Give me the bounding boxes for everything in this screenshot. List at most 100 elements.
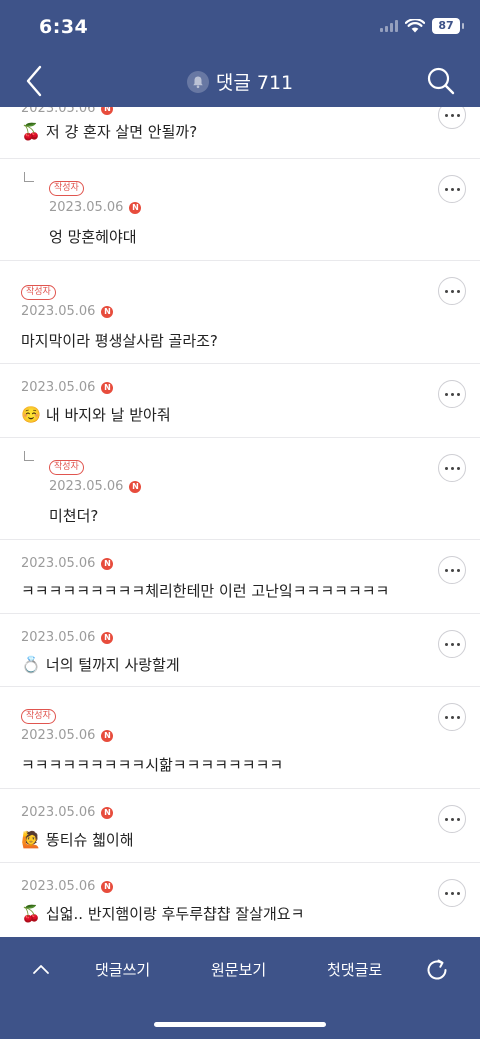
comment-item: 2023.05.06 N 🍒 저 걍 혼자 살면 안될까? <box>0 107 480 159</box>
smiling-face-emoji-icon: ☺️ <box>21 404 41 424</box>
new-badge: N <box>101 381 114 394</box>
comment-text: 마지막이라 평생살사람 골라조? <box>21 330 218 351</box>
scroll-up-button[interactable] <box>32 961 50 975</box>
author-badge: 작성자 <box>49 460 84 475</box>
bottom-toolbar: 댓글쓰기 원문보기 첫댓글로 <box>0 937 480 1039</box>
new-badge: N <box>101 305 114 318</box>
comment-item: 작성자 2023.05.06 N 마지막이라 평생살사람 골라조? <box>0 261 480 364</box>
more-options-button[interactable] <box>438 879 466 907</box>
comment-date: 2023.05.06 <box>21 304 96 319</box>
app-header: 6:34 87 댓글 711 <box>0 0 480 107</box>
comment-meta: 2023.05.06 N <box>21 304 114 319</box>
view-original-button[interactable]: 원문보기 <box>211 959 266 980</box>
first-comment-button[interactable]: 첫댓글로 <box>327 959 382 980</box>
more-options-button[interactable] <box>438 703 466 731</box>
reply-indent-icon <box>24 451 34 461</box>
comment-item: 2023.05.06 N ㅋㅋㅋㅋㅋㅋㅋㅋㅋ체리한테만 이런 고난잌ㅋㅋㅋㅋㅋㅋ… <box>0 540 480 614</box>
author-badge: 작성자 <box>21 285 56 300</box>
comment-item: 2023.05.06 N 🍒 십얿.. 반지햄이랑 후두루챱챱 잘살개요ㅋ <box>0 863 480 937</box>
reply-item: 작성자 2023.05.06 N 엉 망혼헤야대 <box>0 159 480 261</box>
cherry-emoji-icon: 🍒 <box>21 121 41 141</box>
more-options-button[interactable] <box>438 454 466 482</box>
author-badge: 작성자 <box>21 709 56 724</box>
comment-body: 똥티슈 쳷이해 <box>45 831 134 849</box>
comment-text: 🙋 똥티슈 쳷이해 <box>21 829 134 850</box>
cherry-emoji-icon: 🍒 <box>21 903 41 923</box>
new-badge: N <box>101 729 114 742</box>
comment-text: 💍 너의 털까지 사랑할게 <box>21 654 180 675</box>
more-options-button[interactable] <box>438 630 466 658</box>
comment-meta: 2023.05.06 N <box>21 107 114 116</box>
comment-body: 십얿.. 반지햄이랑 후두루챱챱 잘살개요ㅋ <box>45 905 305 923</box>
more-options-button[interactable] <box>438 277 466 305</box>
comment-item: 2023.05.06 N 💍 너의 털까지 사랑할게 <box>0 614 480 687</box>
chevron-up-icon <box>33 965 49 974</box>
comment-date: 2023.05.06 <box>21 879 96 894</box>
comment-text: 🍒 저 걍 혼자 살면 안될까? <box>21 121 197 142</box>
more-options-button[interactable] <box>438 107 466 129</box>
author-badge: 작성자 <box>49 181 84 196</box>
refresh-icon <box>427 959 447 980</box>
comment-date: 2023.05.06 <box>21 107 96 116</box>
search-button[interactable] <box>426 66 456 96</box>
comment-body: ㅋㅋㅋㅋㅋㅋㅋㅋㅋ시핢ㅋㅋㅋㅋㅋㅋㅋㅋ <box>21 756 284 774</box>
write-comment-button[interactable]: 댓글쓰기 <box>95 959 150 980</box>
comment-date: 2023.05.06 <box>21 556 96 571</box>
comment-body: 내 바지와 날 받아줘 <box>45 406 171 424</box>
comment-list[interactable]: 2023.05.06 N 🍒 저 걍 혼자 살면 안될까? 작성자 2023.0… <box>0 107 480 937</box>
comment-meta: 2023.05.06 N <box>21 728 114 743</box>
comment-meta: 2023.05.06 N <box>49 200 142 215</box>
screen: 6:34 87 댓글 711 2023.05.06 N 🍒 저 걍 혼자 살면 … <box>0 0 480 1039</box>
comment-meta: 2023.05.06 N <box>21 879 114 894</box>
new-badge: N <box>101 557 114 570</box>
cellular-signal-icon <box>380 20 398 32</box>
comment-meta: 2023.05.06 N <box>21 805 114 820</box>
comment-meta: 2023.05.06 N <box>21 556 114 571</box>
reply-indent-icon <box>24 172 34 182</box>
comment-item: 2023.05.06 N ☺️ 내 바지와 날 받아줘 <box>0 364 480 438</box>
comment-body: 미쳔더? <box>49 507 99 525</box>
status-indicators: 87 <box>380 18 464 34</box>
comment-date: 2023.05.06 <box>21 805 96 820</box>
more-options-button[interactable] <box>438 175 466 203</box>
comment-date: 2023.05.06 <box>21 728 96 743</box>
refresh-button[interactable] <box>424 957 450 983</box>
comment-date: 2023.05.06 <box>21 380 96 395</box>
comment-body: 마지막이라 평생살사람 골라조? <box>21 332 218 350</box>
comment-meta: 2023.05.06 N <box>21 380 114 395</box>
more-options-button[interactable] <box>438 556 466 584</box>
person-raising-hand-emoji-icon: 🙋 <box>21 829 41 849</box>
page-title: 댓글 711 <box>215 72 294 94</box>
comment-date: 2023.05.06 <box>49 200 124 215</box>
comment-text: 엉 망혼헤야대 <box>49 226 137 247</box>
more-options-button[interactable] <box>438 380 466 408</box>
comment-text: ㅋㅋㅋㅋㅋㅋㅋㅋㅋ시핢ㅋㅋㅋㅋㅋㅋㅋㅋ <box>21 754 283 775</box>
bell-icon[interactable] <box>186 70 209 93</box>
header-title-group: 댓글 711 <box>0 68 480 95</box>
comment-meta: 2023.05.06 N <box>49 479 142 494</box>
more-options-button[interactable] <box>438 805 466 833</box>
comment-text: 🍒 십얿.. 반지햄이랑 후두루챱챱 잘살개요ㅋ <box>21 903 304 924</box>
comment-date: 2023.05.06 <box>21 630 96 645</box>
comment-text: ☺️ 내 바지와 날 받아줘 <box>21 404 171 425</box>
comment-meta: 2023.05.06 N <box>21 630 114 645</box>
status-time: 6:34 <box>39 16 89 38</box>
home-indicator <box>154 1022 326 1027</box>
comment-body: 저 걍 혼자 살면 안될까? <box>45 123 198 141</box>
comment-item: 작성자 2023.05.06 N ㅋㅋㅋㅋㅋㅋㅋㅋㅋ시핢ㅋㅋㅋㅋㅋㅋㅋㅋ <box>0 687 480 789</box>
comment-text: 미쳔더? <box>49 505 98 526</box>
comment-body: ㅋㅋㅋㅋㅋㅋㅋㅋㅋ체리한테만 이런 고난잌ㅋㅋㅋㅋㅋㅋㅋ <box>21 582 390 600</box>
comment-body: 엉 망혼헤야대 <box>49 228 137 246</box>
ring-emoji-icon: 💍 <box>21 654 41 674</box>
new-badge: N <box>129 201 142 214</box>
search-icon <box>427 67 455 95</box>
new-badge: N <box>101 880 114 893</box>
comment-body: 너의 털까지 사랑할게 <box>45 656 180 674</box>
comment-date: 2023.05.06 <box>49 479 124 494</box>
comment-text: ㅋㅋㅋㅋㅋㅋㅋㅋㅋ체리한테만 이런 고난잌ㅋㅋㅋㅋㅋㅋㅋ <box>21 580 389 601</box>
comment-item: 2023.05.06 N 🙋 똥티슈 쳷이해 <box>0 789 480 863</box>
reply-item: 작성자 2023.05.06 N 미쳔더? <box>0 438 480 540</box>
battery-indicator: 87 <box>432 18 464 34</box>
new-badge: N <box>101 107 114 115</box>
new-badge: N <box>101 631 114 644</box>
